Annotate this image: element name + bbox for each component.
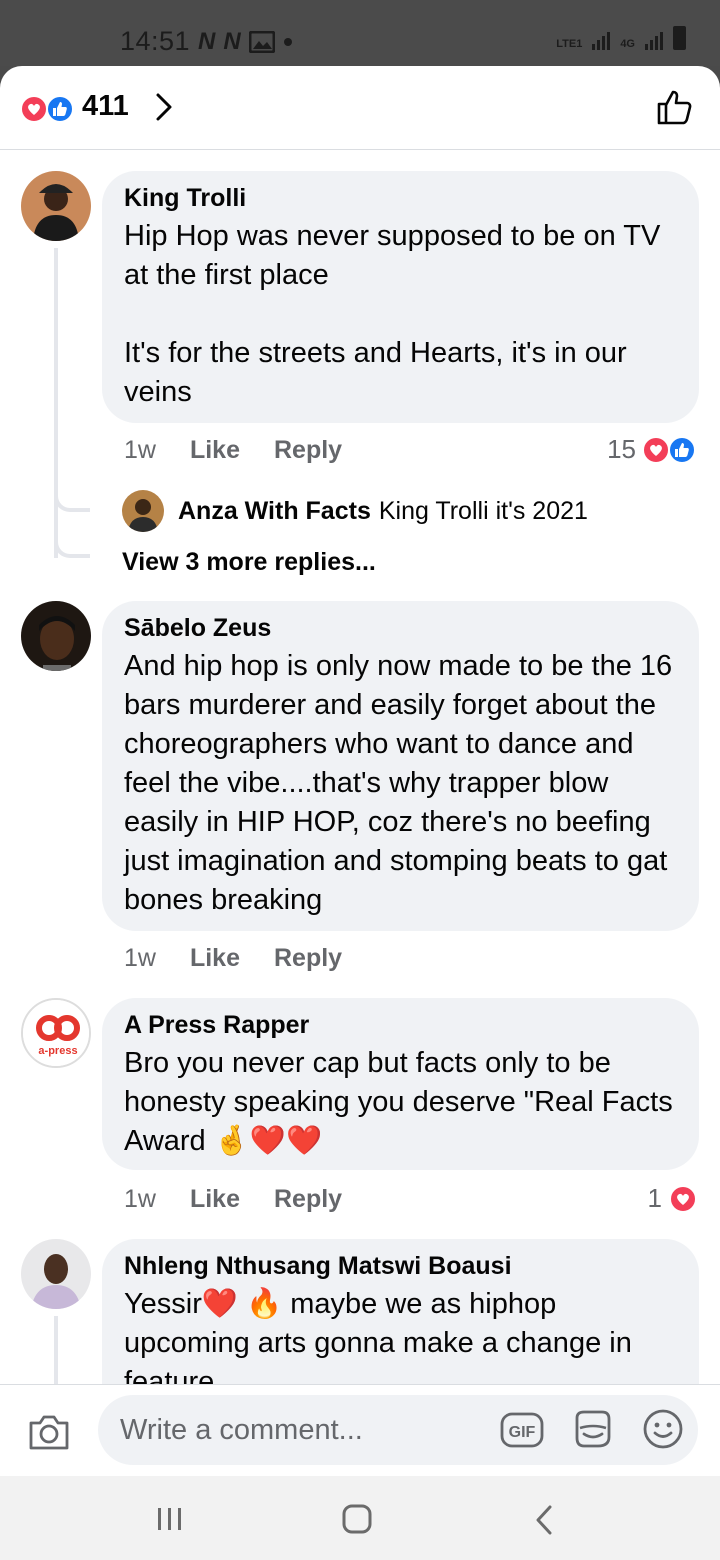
comment-time: 1w <box>124 944 156 972</box>
comment-text: Bro you never cap but facts only to be h… <box>124 1047 680 1157</box>
network-label-4g: 4G <box>620 38 635 50</box>
notification-n-icon: N <box>223 28 241 55</box>
comment-actions: 1w Like Reply <box>124 944 342 973</box>
comment-time: 1w <box>124 436 156 464</box>
reactions-header: 411 <box>0 66 720 150</box>
avatar[interactable] <box>21 1239 91 1309</box>
comment-reactions[interactable]: 1 <box>648 1183 698 1214</box>
avatar-logo-text: a-press <box>38 1045 77 1057</box>
reaction-count: 1 <box>647 1183 662 1213</box>
comment-composer: Write a comment... GIF <box>0 1384 720 1476</box>
like-button[interactable]: Like <box>190 1185 240 1214</box>
reply-author[interactable]: Anza With Facts <box>178 497 371 526</box>
back-icon[interactable] <box>534 1504 554 1536</box>
comment-text: And hip hop is only now made to be the 1… <box>124 650 681 916</box>
chevron-right-icon[interactable] <box>154 92 174 122</box>
battery-icon <box>673 26 686 50</box>
like-button[interactable]: Like <box>190 436 240 465</box>
signal-bars-icon <box>645 30 663 50</box>
reply-preview[interactable]: Anza With Facts King Trolli it's 2021 <box>122 490 588 532</box>
thread-branch <box>54 506 90 558</box>
comment-actions: 1w Like Reply <box>124 436 342 465</box>
signal-status: LTE1 4G <box>556 26 686 50</box>
avatar[interactable] <box>21 171 91 241</box>
gif-icon[interactable]: GIF <box>500 1410 544 1450</box>
recent-apps-icon[interactable] <box>156 1506 184 1532</box>
comment-actions: 1w Like Reply <box>124 1185 342 1214</box>
emoji-icon[interactable] <box>642 1408 684 1450</box>
status-time: 14:51 <box>120 26 191 56</box>
comments-sheet: 411 King Trolli Hip Hop was never suppos… <box>0 66 720 1476</box>
reply-button[interactable]: Reply <box>274 436 342 465</box>
system-nav-bar <box>0 1476 720 1560</box>
avatar[interactable] <box>21 601 91 671</box>
comment-input-placeholder: Write a comment... <box>120 1414 363 1446</box>
comment-bubble[interactable]: King Trolli Hip Hop was never supposed t… <box>102 171 699 423</box>
avatar[interactable] <box>122 490 164 532</box>
comment-author[interactable]: A Press Rapper <box>124 1010 677 1040</box>
reactions-summary-icon[interactable] <box>20 94 76 124</box>
home-icon[interactable] <box>342 1504 372 1534</box>
comment-author[interactable]: Nhleng Nthusang Matswi Boausi <box>124 1251 677 1281</box>
signal-bars-icon <box>592 30 611 50</box>
comment-reactions[interactable]: 15 <box>607 434 698 465</box>
comment-bubble[interactable]: A Press Rapper Bro you never cap but fac… <box>102 998 699 1170</box>
camera-icon[interactable] <box>28 1413 70 1451</box>
gif-label: GIF <box>509 1424 536 1441</box>
comment-bubble[interactable]: Sābelo Zeus And hip hop is only now made… <box>102 601 699 931</box>
comment-text: Hip Hop was never supposed to be on TV a… <box>124 220 661 408</box>
sticker-icon[interactable] <box>572 1408 614 1450</box>
notification-n-icon: N <box>198 28 216 55</box>
network-label-lte: LTE1 <box>556 38 583 50</box>
like-outline-icon[interactable] <box>656 88 694 126</box>
reaction-count[interactable]: 411 <box>82 90 129 123</box>
dot-icon <box>283 38 292 46</box>
comment-time: 1w <box>124 1185 156 1213</box>
comment-input[interactable]: Write a comment... GIF <box>98 1395 698 1465</box>
status-bar: 14:51 N N LTE1 4G <box>0 0 720 66</box>
reply-text: King Trolli it's 2021 <box>378 496 588 525</box>
reply-button[interactable]: Reply <box>274 944 342 973</box>
view-more-replies[interactable]: View 3 more replies... <box>122 548 376 577</box>
comment-author[interactable]: King Trolli <box>124 183 677 213</box>
comment-author[interactable]: Sābelo Zeus <box>124 613 677 643</box>
reaction-count: 15 <box>607 434 636 464</box>
heart-reaction-icon <box>669 1184 697 1213</box>
notification-icons: N N <box>198 28 293 56</box>
reactions-icon <box>642 435 696 464</box>
gallery-icon <box>248 31 275 53</box>
like-button[interactable]: Like <box>190 944 240 973</box>
reply-button[interactable]: Reply <box>274 1185 342 1214</box>
avatar[interactable]: a-press <box>21 998 91 1068</box>
